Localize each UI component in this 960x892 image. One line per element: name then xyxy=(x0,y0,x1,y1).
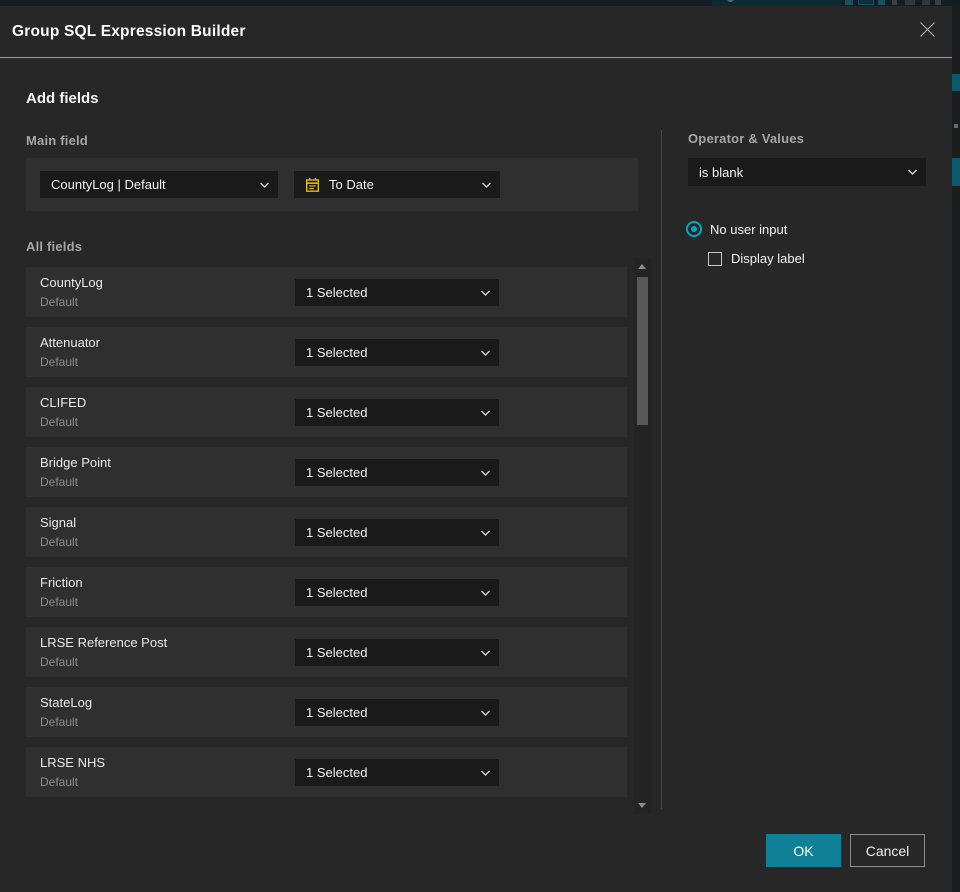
list-scrollbar[interactable] xyxy=(634,258,651,814)
field-subtitle: Default xyxy=(40,655,79,669)
field-row: StateLog Default 1 Selected xyxy=(26,687,627,737)
field-subtitle: Default xyxy=(40,295,79,309)
close-icon xyxy=(919,21,936,43)
titlebar-divider xyxy=(0,57,952,58)
chevron-down-icon xyxy=(480,709,491,716)
field-name: CLIFED xyxy=(40,395,87,410)
operator-values-heading: Operator & Values xyxy=(688,131,805,146)
background-dot-mark xyxy=(954,124,958,128)
operator-dropdown[interactable]: is blank xyxy=(688,158,926,186)
field-name: LRSE Reference Post xyxy=(40,635,168,650)
calendar-icon xyxy=(305,177,320,193)
field-name: Friction xyxy=(40,575,83,590)
field-subtitle: Default xyxy=(40,535,79,549)
chevron-down-icon xyxy=(480,409,491,416)
live-view-dot-icon xyxy=(727,0,734,2)
field-selected-dropdown[interactable]: 1 Selected xyxy=(295,339,499,366)
all-fields-list: CountyLog Default 1 Selected Attenuator … xyxy=(0,267,652,807)
all-fields-label: All fields xyxy=(26,239,83,254)
field-name: Bridge Point xyxy=(40,455,111,470)
background-selected-item-mark xyxy=(952,74,960,91)
field-subtitle: Default xyxy=(40,415,79,429)
field-selected-dropdown[interactable]: 1 Selected xyxy=(295,699,499,726)
field-selected-dropdown[interactable]: 1 Selected xyxy=(295,759,499,786)
live-view-label: Live view xyxy=(743,0,795,3)
field-row: LRSE Reference Post Default 1 Selected xyxy=(26,627,627,677)
field-name: CountyLog xyxy=(40,275,103,290)
selected-dropdown-label: 1 Selected xyxy=(306,285,368,300)
chevron-down-icon xyxy=(480,469,491,476)
field-selected-dropdown[interactable]: 1 Selected xyxy=(295,519,499,546)
chevron-down-icon xyxy=(480,769,491,776)
no-user-input-option[interactable]: No user input xyxy=(686,221,787,237)
field-name: LRSE NHS xyxy=(40,755,106,770)
display-label-checkbox[interactable] xyxy=(708,251,722,266)
selected-dropdown-label: 1 Selected xyxy=(306,585,368,600)
chevron-down-icon xyxy=(480,529,491,536)
selected-dropdown-label: 1 Selected xyxy=(306,345,368,360)
date-field-dropdown-value: To Date xyxy=(329,177,374,192)
selected-dropdown-label: 1 Selected xyxy=(306,765,368,780)
screen: Live view Group SQL Expression Builder A… xyxy=(0,0,960,892)
field-selected-dropdown[interactable]: 1 Selected xyxy=(295,459,499,486)
date-field-dropdown[interactable]: To Date xyxy=(294,171,500,198)
field-name: Attenuator xyxy=(40,335,100,350)
scroll-down-arrow-icon[interactable] xyxy=(638,803,646,808)
group-sql-expression-builder-dialog: Group SQL Expression Builder Add fields … xyxy=(0,6,952,892)
display-label-label: Display label xyxy=(731,251,805,266)
operator-dropdown-value: is blank xyxy=(699,164,744,180)
field-subtitle: Default xyxy=(40,475,79,489)
field-row: CountyLog Default 1 Selected xyxy=(26,267,627,317)
ok-button[interactable]: OK xyxy=(766,834,841,867)
field-row: Signal Default 1 Selected xyxy=(26,507,627,557)
field-row: LRSE NHS Default 1 Selected xyxy=(26,747,627,797)
field-name: StateLog xyxy=(40,695,93,710)
field-name: Signal xyxy=(40,515,77,530)
no-user-input-label: No user input xyxy=(710,221,788,237)
main-field-panel: CountyLog | Default To Date xyxy=(26,158,638,211)
field-row: Bridge Point Default 1 Selected xyxy=(26,447,627,497)
field-selected-dropdown[interactable]: 1 Selected xyxy=(295,399,499,426)
scrollbar-thumb[interactable] xyxy=(637,277,648,425)
background-app-edge xyxy=(952,6,960,892)
field-selected-dropdown[interactable]: 1 Selected xyxy=(295,639,499,666)
field-row: CLIFED Default 1 Selected xyxy=(26,387,627,437)
field-selected-dropdown[interactable]: 1 Selected xyxy=(295,579,499,606)
field-subtitle: Default xyxy=(40,715,79,729)
main-field-dropdown[interactable]: CountyLog | Default xyxy=(40,171,278,198)
field-row: Friction Default 1 Selected xyxy=(26,567,627,617)
close-button[interactable] xyxy=(915,20,939,44)
no-user-input-radio[interactable] xyxy=(686,221,702,237)
chevron-down-icon xyxy=(259,181,270,188)
chevron-down-icon xyxy=(480,649,491,656)
pane-divider xyxy=(661,130,662,809)
main-field-label: Main field xyxy=(26,133,88,148)
cancel-button[interactable]: Cancel xyxy=(850,834,925,867)
selected-dropdown-label: 1 Selected xyxy=(306,525,368,540)
field-subtitle: Default xyxy=(40,355,79,369)
field-subtitle: Default xyxy=(40,775,79,789)
field-subtitle: Default xyxy=(40,595,79,609)
chevron-down-icon xyxy=(480,349,491,356)
selected-dropdown-label: 1 Selected xyxy=(306,405,368,420)
display-label-option[interactable]: Display label xyxy=(708,251,805,266)
selected-dropdown-label: 1 Selected xyxy=(306,645,368,660)
background-selected-item-mark xyxy=(952,158,960,186)
field-selected-dropdown[interactable]: 1 Selected xyxy=(295,279,499,306)
chevron-down-icon xyxy=(481,181,492,188)
add-fields-heading: Add fields xyxy=(26,90,99,107)
chevron-down-icon xyxy=(907,169,918,176)
dialog-title: Group SQL Expression Builder xyxy=(12,23,246,40)
scroll-up-arrow-icon[interactable] xyxy=(638,264,646,269)
main-field-dropdown-value: CountyLog | Default xyxy=(51,177,166,192)
chevron-down-icon xyxy=(480,589,491,596)
selected-dropdown-label: 1 Selected xyxy=(306,465,368,480)
chevron-down-icon xyxy=(480,289,491,296)
selected-dropdown-label: 1 Selected xyxy=(306,705,368,720)
field-row: Attenuator Default 1 Selected xyxy=(26,327,627,377)
